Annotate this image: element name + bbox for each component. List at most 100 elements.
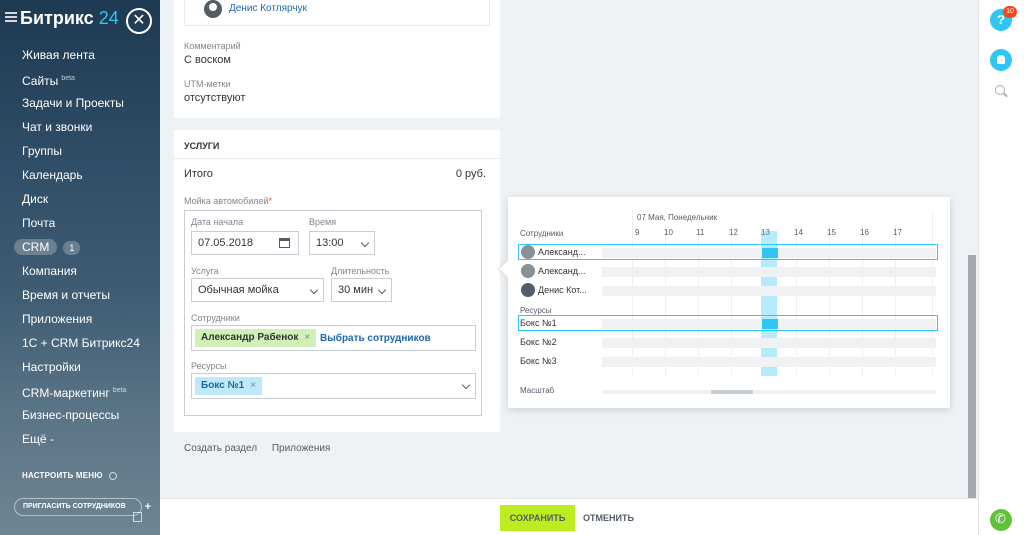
staff-column-header: Сотрудники xyxy=(520,229,564,238)
hour-label: 11 xyxy=(696,228,705,237)
menu-item-company[interactable]: Компания xyxy=(22,262,140,286)
trash-icon[interactable] xyxy=(133,512,142,522)
duration-select[interactable]: 30 мин xyxy=(331,278,392,302)
menu-item-1c[interactable]: 1С + CRM Битрикс24 xyxy=(22,334,140,358)
total-value: 0 руб. xyxy=(455,168,486,180)
bottom-links: Создать раздел Приложения xyxy=(184,443,342,454)
apps-link[interactable]: Приложения xyxy=(272,443,331,454)
menu-item-apps[interactable]: Приложения xyxy=(22,310,140,334)
notification-badge: 10 xyxy=(1003,6,1017,18)
menu-item-settings[interactable]: Настройки xyxy=(22,358,140,382)
menu-item-bizproc[interactable]: Бизнес-процессы xyxy=(22,406,140,430)
menu-item-tasks[interactable]: Задачи и Проекты xyxy=(22,94,140,118)
resources-label: Ресурсы xyxy=(191,361,227,371)
bell-icon[interactable] xyxy=(990,49,1012,71)
responsible-name-link[interactable]: Денис Котлярчук xyxy=(229,3,307,14)
menu-item-crm-marketing[interactable]: CRM-маркетинг beta xyxy=(22,382,140,406)
calendar-icon[interactable] xyxy=(279,238,290,248)
comment-label: Комментарий xyxy=(184,41,241,51)
cancel-button[interactable]: ОТМЕНИТЬ xyxy=(583,505,634,531)
create-section-link[interactable]: Создать раздел xyxy=(184,443,257,454)
menu-item-crm[interactable]: CRM 1 xyxy=(14,238,140,262)
scale-track[interactable] xyxy=(602,390,936,394)
timeline-row xyxy=(602,338,936,348)
menu-item-chat[interactable]: Чат и звонки xyxy=(22,118,140,142)
service-select[interactable]: Обычная мойка xyxy=(191,278,324,302)
footer-bar: СОХРАНИТЬ ОТМЕНИТЬ xyxy=(160,498,978,535)
resource-tag[interactable]: Бокс №1 × xyxy=(195,377,263,395)
avatar xyxy=(521,264,535,278)
hour-label: 17 xyxy=(893,228,902,237)
crm-count-badge: 1 xyxy=(63,241,81,255)
booked-slot[interactable] xyxy=(762,319,778,329)
timeline-row xyxy=(602,267,936,277)
menu-item-sites[interactable]: Сайты beta xyxy=(22,70,140,94)
menu-item-live-feed[interactable]: Живая лента xyxy=(22,46,140,70)
phone-icon[interactable] xyxy=(990,509,1012,531)
resource-row-label[interactable]: Бокс №3 xyxy=(520,356,557,366)
scrollbar[interactable] xyxy=(968,255,976,525)
menu-item-mail[interactable]: Почта xyxy=(22,214,140,238)
right-toolbar: ? 10 xyxy=(978,0,1024,535)
service-field-label: Услуга xyxy=(191,266,219,276)
resources-field[interactable]: Бокс №1 × xyxy=(191,373,476,399)
resource-planner-popup: Сотрудники 07 Мая, Понедельник 9 10 11 1… xyxy=(499,197,950,408)
date-field[interactable]: 07.05.2018 xyxy=(191,231,299,255)
chevron-down-icon xyxy=(309,285,319,295)
gear-icon xyxy=(108,471,117,480)
hamburger-icon[interactable] xyxy=(5,12,17,24)
hour-label: 12 xyxy=(729,228,738,237)
service-label: Мойка автомобилей* xyxy=(184,196,273,206)
divider xyxy=(174,158,500,159)
resource-row-label[interactable]: Бокс №2 xyxy=(520,337,557,347)
plus-icon: + xyxy=(144,501,151,513)
main-menu: Живая лента Сайты beta Задачи и Проекты Ч… xyxy=(14,46,140,454)
invite-users-button[interactable]: ПРИГЛАСИТЬ СОТРУДНИКОВ + xyxy=(14,498,151,516)
setup-menu-button[interactable]: НАСТРОИТЬ МЕНЮ xyxy=(22,471,117,480)
menu-item-calendar[interactable]: Календарь xyxy=(22,166,140,190)
resource-row-label[interactable]: Бокс №1 xyxy=(520,318,557,328)
menu-item-more[interactable]: Ещё - xyxy=(22,430,140,454)
booked-slot[interactable] xyxy=(762,248,778,258)
chevron-down-icon[interactable] xyxy=(461,380,471,390)
remove-icon[interactable]: × xyxy=(304,332,310,343)
menu-item-disk[interactable]: Диск xyxy=(22,190,140,214)
utm-label: UTM-метки xyxy=(184,79,231,89)
services-card: УСЛУГИ Итого 0 руб. Мойка автомобилей* Д… xyxy=(174,130,500,432)
logo-text: Битрикс xyxy=(20,8,94,28)
staff-row-label[interactable]: Александ... xyxy=(538,247,586,257)
logo[interactable]: Битрикс 24 xyxy=(20,8,119,29)
details-card: Денис Котлярчук Комментарий С воском UTM… xyxy=(174,0,500,118)
scale-label: Масштаб xyxy=(520,386,555,395)
hour-label: 14 xyxy=(794,228,803,237)
duration-label: Длительность xyxy=(331,266,390,276)
chevron-down-icon xyxy=(377,285,387,295)
save-button[interactable]: СОХРАНИТЬ xyxy=(500,505,575,531)
hour-label: 9 xyxy=(635,228,640,237)
staff-field[interactable]: Александр Рабенок × Выбрать сотрудников xyxy=(191,325,476,351)
logo-row: Битрикс 24 ✕ xyxy=(0,0,160,42)
services-title: УСЛУГИ xyxy=(184,141,220,151)
timeline-row xyxy=(602,286,936,296)
menu-item-time-reports[interactable]: Время и отчеты xyxy=(22,286,140,310)
staff-row-label[interactable]: Александ... xyxy=(538,266,586,276)
time-label: Время xyxy=(309,217,337,227)
staff-row-label[interactable]: Денис Кот... xyxy=(538,285,587,295)
scale-handle[interactable] xyxy=(711,390,753,394)
menu-item-groups[interactable]: Группы xyxy=(22,142,140,166)
user-avatar-icon xyxy=(204,0,222,18)
selected-resource-row[interactable] xyxy=(518,315,938,331)
hour-label: 16 xyxy=(860,228,869,237)
hour-label: 10 xyxy=(664,228,673,237)
close-icon[interactable]: ✕ xyxy=(126,8,152,34)
time-select[interactable]: 13:00 xyxy=(309,231,375,255)
timeline-row xyxy=(602,357,936,367)
select-staff-link[interactable]: Выбрать сотрудников xyxy=(320,328,431,350)
total-label: Итого xyxy=(184,168,213,180)
staff-tag[interactable]: Александр Рабенок × xyxy=(195,329,317,347)
avatar xyxy=(521,245,535,259)
search-icon[interactable] xyxy=(995,85,1005,95)
beta-badge: beta xyxy=(112,387,127,394)
left-sidebar: Битрикс 24 ✕ Живая лента Сайты beta Задач… xyxy=(0,0,160,535)
remove-icon[interactable]: × xyxy=(250,380,256,391)
